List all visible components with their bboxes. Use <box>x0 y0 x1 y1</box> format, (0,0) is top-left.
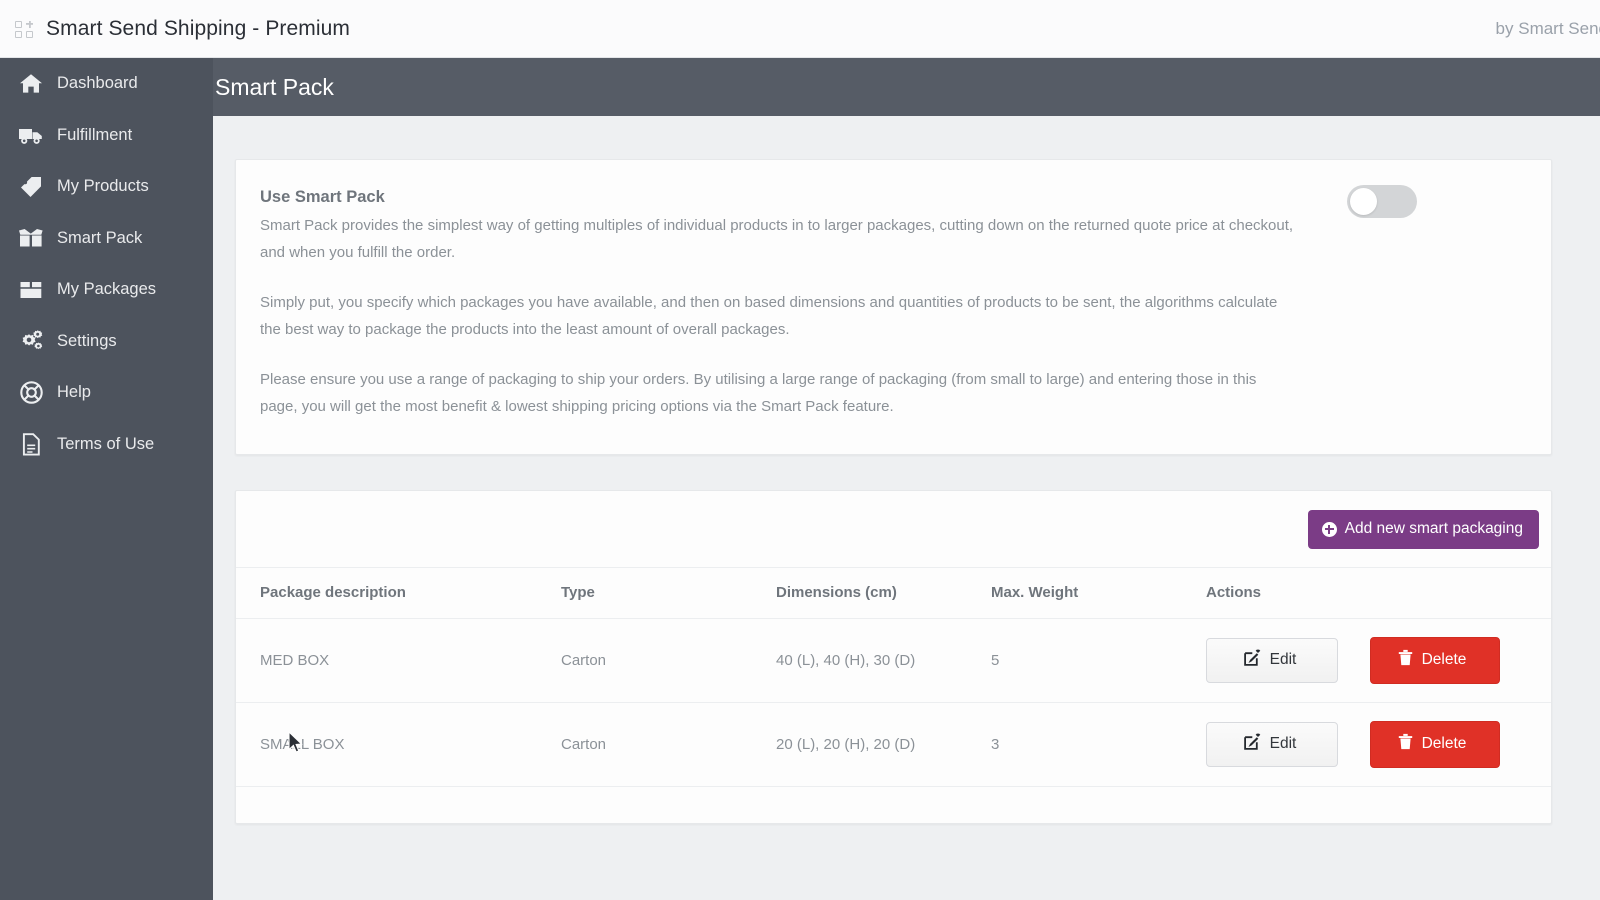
cell-package-description: SMALL BOX <box>236 702 561 787</box>
document-icon <box>18 432 44 456</box>
page-header-inner: Smart Pack <box>213 74 1543 101</box>
application-window: Smart Send Shipping - Premium by Smart S… <box>0 0 1600 900</box>
cell-actions: Edit Delete <box>1206 702 1551 787</box>
table-header-row: Package description Type Dimensions (cm)… <box>236 567 1551 619</box>
cell-dimensions: 40 (L), 40 (H), 30 (D) <box>776 618 991 703</box>
main-content: Use Smart Pack Smart Pack provides the s… <box>213 116 1600 900</box>
vendor-label: by Smart Send <box>1495 19 1600 38</box>
plus-circle-icon <box>1321 521 1337 537</box>
sidebar-item-label: Help <box>57 383 91 402</box>
column-header-actions: Actions <box>1206 567 1551 619</box>
lifebuoy-icon <box>18 381 44 405</box>
home-icon <box>18 72 44 96</box>
edit-button-label: Edit <box>1269 651 1297 668</box>
smart-packaging-table: Package description Type Dimensions (cm)… <box>236 567 1551 787</box>
sidebar-item-label: Smart Pack <box>57 228 143 247</box>
delete-button-label: Delete <box>1421 735 1467 752</box>
add-new-smart-packaging-button[interactable]: Add new smart packaging <box>1307 510 1539 549</box>
table-body: MED BOX Carton 40 (L), 40 (H), 30 (D) 5 <box>236 618 1551 787</box>
sidebar-navigation: Dashboard Fulfillment My Products Smart … <box>0 58 213 900</box>
sidebar-item-label: Terms of Use <box>57 434 155 453</box>
sidebar-item-settings[interactable]: Settings <box>0 316 213 368</box>
table-head: Package description Type Dimensions (cm)… <box>236 567 1551 619</box>
tag-icon <box>18 175 44 199</box>
column-header-dimensions: Dimensions (cm) <box>776 567 991 619</box>
use-smart-pack-toggle[interactable] <box>1347 185 1417 218</box>
column-header-package-description: Package description <box>236 567 561 619</box>
sidebar-item-my-packages[interactable]: My Packages <box>0 264 213 316</box>
top-bar-left: Smart Send Shipping - Premium <box>0 17 350 41</box>
cell-dimensions: 20 (L), 20 (H), 20 (D) <box>776 702 991 787</box>
sidebar-item-label: Settings <box>57 331 117 350</box>
table-row: MED BOX Carton 40 (L), 40 (H), 30 (D) 5 <box>236 618 1551 703</box>
truck-icon <box>18 123 44 147</box>
description-paragraph: Please ensure you use a range of packagi… <box>260 371 1257 415</box>
description-paragraph: Smart Pack provides the simplest way of … <box>260 217 1294 261</box>
content-inner: Use Smart Pack Smart Pack provides the s… <box>213 116 1600 824</box>
sidebar-item-terms-of-use[interactable]: Terms of Use <box>0 419 213 471</box>
cell-type: Carton <box>561 702 776 787</box>
smart-packaging-card: Add new smart packaging Package descript… <box>235 490 1552 824</box>
cell-actions: Edit Delete <box>1206 618 1551 703</box>
sidebar-item-label: Dashboard <box>57 74 138 93</box>
table-toolbar: Add new smart packaging <box>236 491 1551 567</box>
sidebar-item-smart-pack[interactable]: Smart Pack <box>0 213 213 265</box>
use-smart-pack-heading: Use Smart Pack <box>260 188 385 206</box>
delete-button-label: Delete <box>1421 651 1467 668</box>
delete-button[interactable]: Delete <box>1370 637 1500 684</box>
delete-button[interactable]: Delete <box>1370 721 1500 768</box>
column-header-max-weight: Max. Weight <box>991 567 1206 619</box>
app-grid-plus-icon <box>14 18 36 40</box>
toggle-knob <box>1350 188 1377 215</box>
add-button-label: Add new smart packaging <box>1344 520 1523 537</box>
cell-max-weight: 3 <box>991 702 1206 787</box>
sidebar-item-label: Fulfillment <box>57 125 133 144</box>
trash-icon <box>1398 649 1413 671</box>
sidebar-item-my-products[interactable]: My Products <box>0 161 213 213</box>
edit-button[interactable]: Edit <box>1206 722 1338 767</box>
edit-button-label: Edit <box>1269 735 1297 752</box>
column-header-type: Type <box>561 567 776 619</box>
row-actions: Edit Delete <box>1206 637 1551 684</box>
open-box-icon <box>18 226 44 250</box>
use-smart-pack-body: Smart Pack provides the simplest way of … <box>260 213 1295 420</box>
sidebar-item-help[interactable]: Help <box>0 367 213 419</box>
trash-icon <box>1398 733 1413 755</box>
sidebar-item-label: My Packages <box>57 280 157 299</box>
cell-type: Carton <box>561 618 776 703</box>
top-app-bar: Smart Send Shipping - Premium by Smart S… <box>0 0 1600 58</box>
gears-icon <box>18 329 44 353</box>
cell-package-description: MED BOX <box>236 618 561 703</box>
edit-button[interactable]: Edit <box>1206 638 1338 683</box>
table-row: SMALL BOX Carton 20 (L), 20 (H), 20 (D) … <box>236 702 1551 787</box>
page-title: Smart Pack <box>215 73 334 100</box>
sidebar-item-dashboard[interactable]: Dashboard <box>0 58 213 110</box>
sidebar-item-fulfillment[interactable]: Fulfillment <box>0 110 213 162</box>
use-smart-pack-card: Use Smart Pack Smart Pack provides the s… <box>235 159 1552 455</box>
description-paragraph: Simply put, you specify which packages y… <box>260 294 1278 338</box>
closed-box-icon <box>18 278 44 302</box>
app-title: Smart Send Shipping - Premium <box>46 16 351 40</box>
pencil-square-icon <box>1243 733 1261 755</box>
cell-max-weight: 5 <box>991 618 1206 703</box>
sidebar-item-label: My Products <box>57 177 149 196</box>
page-header-bar: Smart Pack <box>213 58 1600 116</box>
row-actions: Edit Delete <box>1206 721 1551 768</box>
pencil-square-icon <box>1243 649 1261 671</box>
